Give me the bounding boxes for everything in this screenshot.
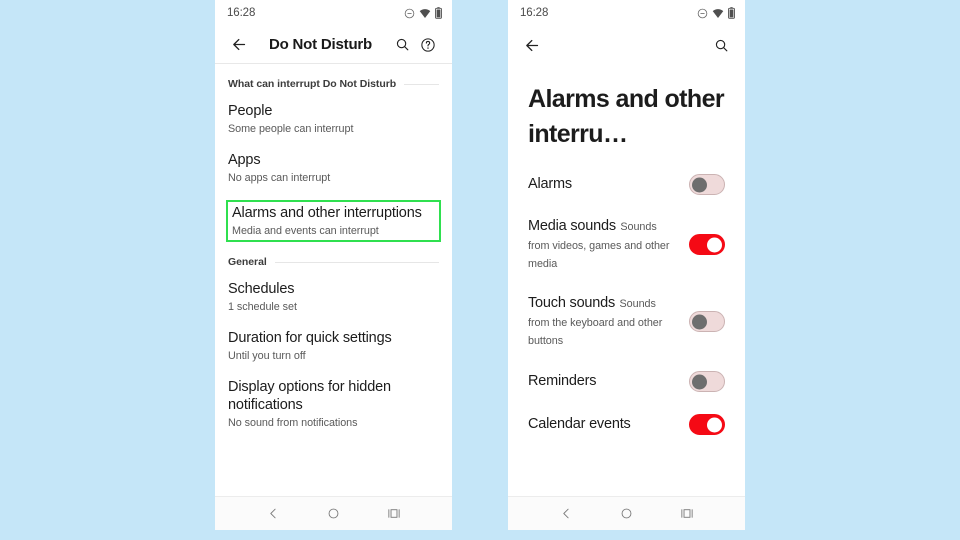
toggle-title: Media sounds [528,218,616,234]
section-header-label: What can interrupt Do Not Disturb [228,78,397,90]
list-item-subtitle: 1 schedule set [228,301,297,313]
section-divider [274,261,439,263]
toggle-title: Alarms [528,176,572,192]
section-header-interrupt: What can interrupt Do Not Disturb [215,78,452,90]
list-item-display-options-for-hidden-notifications[interactable]: Display options for hidden notifications… [215,378,452,430]
toggle-texts: Media sounds Sounds from videos, games a… [528,217,679,272]
alarms-settings-screen: Alarms and other interru… Alarms Media s… [508,64,745,496]
status-bar: 16:28 [508,0,745,26]
battery-icon [435,7,442,19]
toggle-row-media-sounds[interactable]: Media sounds Sounds from videos, games a… [528,217,725,272]
list-item-apps[interactable]: Apps No apps can interrupt [215,151,452,185]
system-nav-bar [508,496,745,530]
toggle-knob [707,237,722,252]
list-item-title: Schedules [228,281,295,297]
list-item-subtitle: No apps can interrupt [228,172,331,184]
list-item-title: Alarms and other interruptions [232,205,422,221]
phone-screenshot-right: 16:28 Alarms and other interru… Alarms M… [508,0,745,530]
toggle-switch-calendar-events[interactable] [689,414,725,435]
page-title: Do Not Disturb [268,36,373,53]
page-title: Alarms and other interru… [528,85,725,148]
toggle-texts: Reminders [528,372,679,391]
list-item-title: People [228,103,273,119]
list-item-title: Apps [228,152,261,168]
recents-nav-icon[interactable] [381,501,407,527]
back-nav-icon[interactable] [553,501,579,527]
status-icon-group [404,7,442,19]
do-not-disturb-icon [697,8,708,19]
back-arrow-icon[interactable] [226,32,252,58]
section-header-label: General [228,256,267,268]
recents-nav-icon[interactable] [674,501,700,527]
toggle-knob [692,374,707,389]
toggle-row-calendar-events[interactable]: Calendar events [528,414,725,435]
phone-screenshot-left: 16:28 Do Not Disturb What can interrupt … [215,0,452,530]
back-arrow-icon[interactable] [519,32,545,58]
section-divider [404,83,439,85]
wifi-icon [712,8,724,19]
toggle-switch-alarms[interactable] [689,174,725,195]
status-time: 16:28 [520,7,549,19]
toggle-switch-touch-sounds[interactable] [689,311,725,332]
wifi-icon [419,8,431,19]
toggle-switch-media-sounds[interactable] [689,234,725,255]
toggle-texts: Touch sounds Sounds from the keyboard an… [528,294,679,349]
do-not-disturb-icon [404,8,415,19]
toggle-knob [692,314,707,329]
list-item-duration-for-quick-settings[interactable]: Duration for quick settings Until you tu… [215,329,452,363]
list-item-people[interactable]: People Some people can interrupt [215,102,452,136]
toggle-row-alarms[interactable]: Alarms [528,174,725,195]
toggle-title: Calendar events [528,416,631,432]
list-item-title: Duration for quick settings [228,330,392,346]
toggle-knob [707,417,722,432]
toggle-texts: Alarms [528,175,679,194]
toggle-title: Touch sounds [528,295,616,311]
app-bar [508,26,745,64]
status-icon-group [697,7,735,19]
toggle-title: Reminders [528,373,597,389]
toggle-list: Alarms Media sounds Sounds from videos, … [508,152,745,435]
toggle-knob [692,177,707,192]
list-item-subtitle: Until you turn off [228,350,306,362]
section-header-general: General [215,256,452,268]
list-item-schedules[interactable]: Schedules 1 schedule set [215,280,452,314]
list-item-title: Display options for hidden notifications [228,379,391,413]
list-item-alarms-and-other-interruptions[interactable]: Alarms and other interruptions Media and… [226,200,441,242]
status-time: 16:28 [227,7,256,19]
toggle-row-reminders[interactable]: Reminders [528,371,725,392]
search-icon[interactable] [708,32,734,58]
status-bar: 16:28 [215,0,452,26]
search-icon[interactable] [389,32,415,58]
home-nav-icon[interactable] [613,501,639,527]
home-nav-icon[interactable] [320,501,346,527]
settings-list: What can interrupt Do Not Disturb People… [215,64,452,496]
back-nav-icon[interactable] [260,501,286,527]
system-nav-bar [215,496,452,530]
toggle-texts: Calendar events [528,415,679,434]
toggle-switch-reminders[interactable] [689,371,725,392]
battery-icon [728,7,735,19]
app-bar: Do Not Disturb [215,26,452,64]
toggle-row-touch-sounds[interactable]: Touch sounds Sounds from the keyboard an… [528,294,725,349]
list-item-subtitle: No sound from notifications [228,417,358,429]
list-item-subtitle: Some people can interrupt [228,123,354,135]
list-item-subtitle: Media and events can interrupt [232,225,379,237]
help-circle-icon[interactable] [415,32,441,58]
